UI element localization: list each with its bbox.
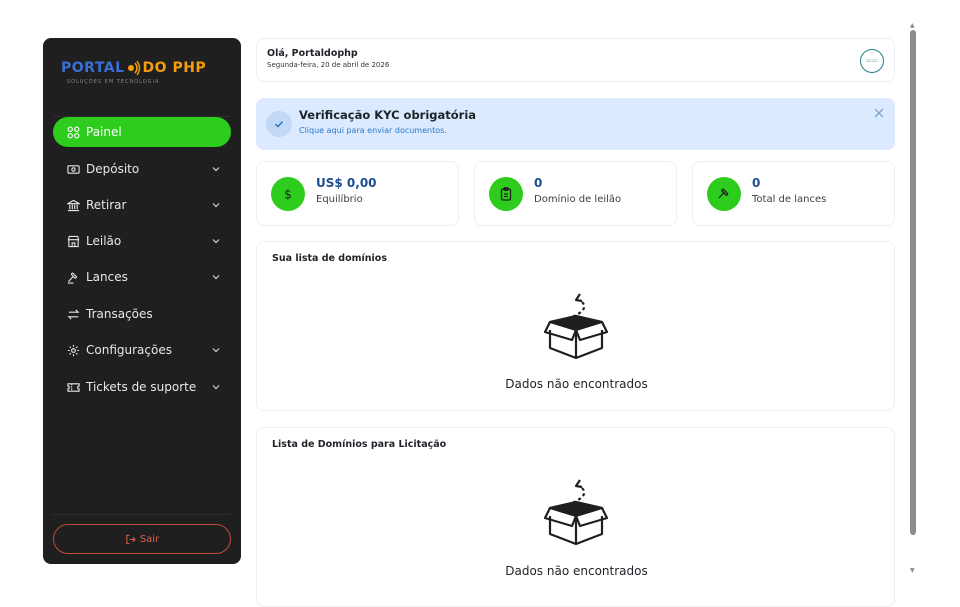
my-domains-panel: Sua lista de domínios Dados não encontra… [256,241,895,411]
chevron-down-icon [212,348,220,353]
main-content: Olá, Portaldophp Segunda-feira, 20 de ab… [256,0,896,607]
sidebar-item-painel[interactable]: Painel [53,117,231,147]
ticket-icon [67,382,80,392]
stat-card-auction-domains: 0 Domínio de leilão [474,161,677,226]
panel-title: Lista de Domínios para Licitação [272,439,447,450]
kyc-alert[interactable]: Verificação KYC obrigatória Clique aqui … [256,98,895,150]
greeting: Olá, Portaldophp [267,48,358,59]
brand-logo[interactable]: PORTAL DO PHP SOLUÇÕES EM TECNOLOGIA [61,60,221,100]
logout-label: Sair [139,533,160,545]
current-date: Segunda-feira, 20 de abril de 2026 [267,61,390,69]
sidebar-item-configuracoes[interactable]: Configurações [53,335,231,365]
scroll-down-arrow[interactable]: ▼ [910,567,915,574]
sidebar-item-leilao[interactable]: Leilão [53,226,231,256]
empty-state-text: Dados não encontrados [505,377,648,391]
svg-text:$: $ [284,188,292,202]
wallet-icon [67,164,80,174]
dollar-icon: $ [271,177,305,211]
stat-label: Domínio de leilão [534,194,622,205]
gavel-icon [707,177,741,211]
bank-icon [67,199,80,211]
logout-icon [126,534,136,544]
stat-value: US$ 0,00 [316,176,377,190]
sidebar-divider [53,514,231,515]
empty-state-text: Dados não encontrados [505,564,648,578]
bidding-domains-panel: Lista de Domínios para Licitação Dados n… [256,427,895,607]
sidebar-item-label: Depósito [86,162,140,176]
close-icon[interactable] [873,107,885,119]
sidebar-item-label: Configurações [86,343,172,357]
chevron-down-icon [212,203,220,208]
logo-tagline: SOLUÇÕES EM TECNOLOGIA [67,79,160,85]
chevron-down-icon [212,385,220,390]
gavel-icon [67,271,78,284]
chevron-down-icon [212,239,220,244]
avatar[interactable]: CC-CC [860,49,884,73]
logout-button[interactable]: Sair [53,524,231,554]
signal-icon [127,60,140,76]
empty-box-icon [543,479,609,546]
sidebar-item-label: Tickets de suporte [86,380,197,394]
chevron-down-icon [212,275,220,280]
logo-text-dophp: DO PHP [142,60,207,76]
page-header: Olá, Portaldophp Segunda-feira, 20 de ab… [256,38,895,82]
sidebar-item-lances[interactable]: Lances [53,262,231,292]
stat-label: Total de lances [752,194,827,205]
sidebar-item-label: Lances [86,270,128,284]
sidebar-item-retirar[interactable]: Retirar [53,190,231,220]
sidebar: PORTAL DO PHP SOLUÇÕES EM TECNOLOGIA Pai… [43,38,241,564]
kyc-upload-link[interactable]: Clique aqui para enviar documentos. [299,126,447,135]
avatar-text: CC-CC [866,59,878,63]
stat-card-total-bids: 0 Total de lances [692,161,895,226]
stat-value: 0 [752,176,761,190]
sidebar-item-label: Retirar [86,198,127,212]
stat-label: Equilíbrio [316,194,363,205]
sidebar-item-tickets[interactable]: Tickets de suporte [53,372,231,402]
sidebar-item-label: Leilão [86,234,122,248]
gear-icon [67,344,80,356]
store-icon [67,235,80,247]
logo-text-portal: PORTAL [61,60,125,76]
sidebar-item-transacoes[interactable]: Transações [53,299,231,329]
clipboard-icon [489,177,523,211]
stat-card-balance: $ US$ 0,00 Equilíbrio [256,161,459,226]
sidebar-item-label: Transações [86,307,153,321]
grid-icon [67,126,80,138]
panel-title: Sua lista de domínios [272,253,387,264]
kyc-title: Verificação KYC obrigatória [299,108,477,122]
check-icon [266,111,292,137]
sidebar-item-deposito[interactable]: Depósito [53,154,231,184]
scrollbar-thumb[interactable] [910,30,916,535]
empty-box-icon [543,293,609,360]
scroll-up-arrow[interactable]: ▲ [910,22,915,29]
sidebar-item-label: Painel [86,125,122,139]
chevron-down-icon [212,167,220,172]
transfer-icon [67,308,80,320]
stat-value: 0 [534,176,543,190]
